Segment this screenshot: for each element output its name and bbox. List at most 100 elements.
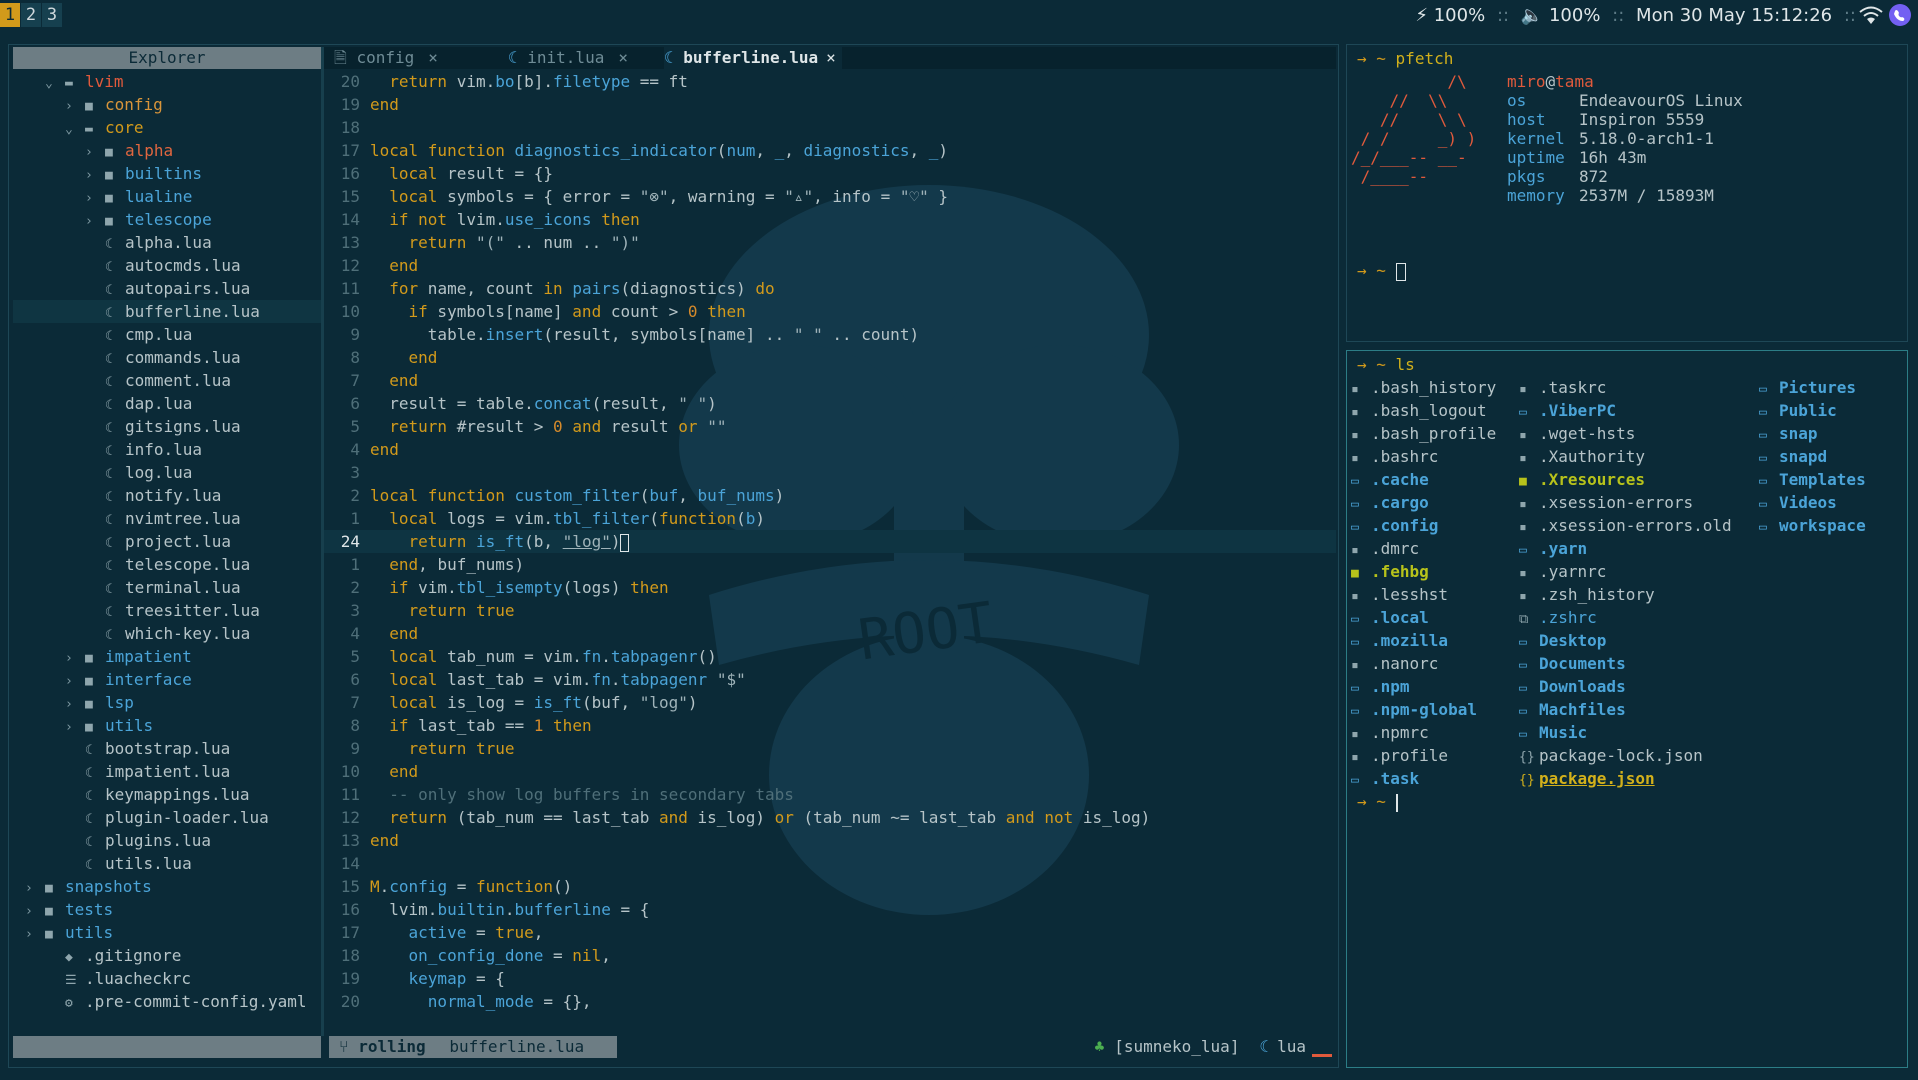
tree-file[interactable]: ☾ autopairs.lua — [13, 277, 321, 300]
code-line[interactable]: 24 return is_ft(b, "log") — [324, 530, 1336, 553]
tab-config[interactable]: 🗎 config × — [334, 47, 438, 69]
code-line[interactable]: 18 — [324, 116, 1336, 139]
tree-file[interactable]: ☾ bufferline.lua — [13, 300, 321, 323]
code-line[interactable]: 12 return (tab_num == last_tab and is_lo… — [324, 806, 1336, 829]
tree-file[interactable]: ⚙ .pre-commit-config.yaml — [13, 990, 321, 1013]
code-line[interactable]: 17 local function diagnostics_indicator(n… — [324, 139, 1336, 162]
tree-folder[interactable]: › ■ snapshots — [13, 875, 321, 898]
tree-folder[interactable]: › ■ interface — [13, 668, 321, 691]
code-line[interactable]: 19 keymap = { — [324, 967, 1336, 990]
code-line[interactable]: 16 lvim.builtin.bufferline = { — [324, 898, 1336, 921]
tree-file[interactable]: ☾ cmp.lua — [13, 323, 321, 346]
code-line[interactable]: 10 if symbols[name] and count > 0 then — [324, 300, 1336, 323]
tree-folder[interactable]: › ■ lsp — [13, 691, 321, 714]
tree-file[interactable]: ☾ info.lua — [13, 438, 321, 461]
code-line[interactable]: 9 table.insert(result, symbols[name] .. … — [324, 323, 1336, 346]
code-line[interactable]: 9 return true — [324, 737, 1336, 760]
code-line[interactable]: 16 local result = {} — [324, 162, 1336, 185]
tree-file[interactable]: ☾ autocmds.lua — [13, 254, 321, 277]
code-buffer[interactable]: 20 return vim.bo[b].filetype == ft 19 end 1… — [324, 70, 1336, 1036]
workspace-3[interactable]: 3 — [42, 3, 62, 27]
close-icon[interactable]: × — [826, 48, 836, 67]
tree-file[interactable]: ☾ notify.lua — [13, 484, 321, 507]
code-line[interactable]: 5 local tab_num = vim.fn.tabpagenr() — [324, 645, 1336, 668]
code-line[interactable]: 7 end — [324, 369, 1336, 392]
viber-icon[interactable] — [1887, 3, 1913, 27]
tree-file[interactable]: ☰ .luacheckrc — [13, 967, 321, 990]
terminal-pfetch[interactable]: → ~ pfetch /\ // \\ // \ \ / / _) )/_/__… — [1346, 44, 1908, 342]
close-icon[interactable]: × — [428, 48, 438, 67]
tree-file[interactable]: ☾ alpha.lua — [13, 231, 321, 254]
code-line[interactable]: 8 end — [324, 346, 1336, 369]
code-line[interactable]: 18 on_config_done = nil, — [324, 944, 1336, 967]
tree-file[interactable]: ☾ which-key.lua — [13, 622, 321, 645]
workspace-2[interactable]: 2 — [21, 3, 41, 27]
code-line[interactable]: 13 end — [324, 829, 1336, 852]
tree-folder[interactable]: › ■ tests — [13, 898, 321, 921]
tab-init-lua[interactable]: ☾ init.lua × — [508, 47, 628, 69]
code-line[interactable]: 2 if vim.tbl_isempty(logs) then — [324, 576, 1336, 599]
tree-folder[interactable]: › ■ lualine — [13, 185, 321, 208]
terminal-ls[interactable]: → ~ ls ▪ .bash_history ▪ .bash_logout ▪ .bash… — [1346, 350, 1908, 1068]
tree-file[interactable]: ☾ plugin-loader.lua — [13, 806, 321, 829]
tree-folder[interactable]: › ■ telescope — [13, 208, 321, 231]
code-line[interactable]: 20 normal_mode = {}, — [324, 990, 1336, 1013]
code-line[interactable]: 20 return vim.bo[b].filetype == ft — [324, 70, 1336, 93]
file-tree[interactable]: ⌄ ▬ lvim › ■ config ⌄ ▬ core › ■ alpha › ■ builtins › ■ l… — [13, 70, 321, 1036]
tree-file[interactable]: ☾ telescope.lua — [13, 553, 321, 576]
code-line[interactable]: 8 if last_tab == 1 then — [324, 714, 1336, 737]
tree-file[interactable]: ☾ dap.lua — [13, 392, 321, 415]
tree-folder[interactable]: › ■ utils — [13, 714, 321, 737]
code-line[interactable]: 1 end, buf_nums) — [324, 553, 1336, 576]
tree-folder[interactable]: ⌄ ▬ lvim — [13, 70, 321, 93]
tree-file[interactable]: ☾ bootstrap.lua — [13, 737, 321, 760]
tree-file[interactable]: ☾ plugins.lua — [13, 829, 321, 852]
code-line[interactable]: 7 local is_log = is_ft(buf, "log") — [324, 691, 1336, 714]
code-line[interactable]: 13 return "(" .. num .. ")" — [324, 231, 1336, 254]
tree-folder[interactable]: › ■ impatient — [13, 645, 321, 668]
code-line[interactable]: 15 local symbols = { error = "⊗", warnin… — [324, 185, 1336, 208]
code-line[interactable]: 19 end — [324, 93, 1336, 116]
tree-file[interactable]: ☾ nvimtree.lua — [13, 507, 321, 530]
code-line[interactable]: 3 — [324, 461, 1336, 484]
tree-file[interactable]: ☾ commands.lua — [13, 346, 321, 369]
code-line[interactable]: 14 — [324, 852, 1336, 875]
tree-folder[interactable]: › ■ config — [13, 93, 321, 116]
code-line[interactable]: 2 local function custom_filter(buf, buf_n… — [324, 484, 1336, 507]
code-line[interactable]: 5 return #result > 0 and result or "" — [324, 415, 1336, 438]
tree-file[interactable]: ☾ project.lua — [13, 530, 321, 553]
tree-folder[interactable]: › ■ alpha — [13, 139, 321, 162]
tree-folder[interactable]: › ■ utils — [13, 921, 321, 944]
wifi-icon[interactable] — [1858, 3, 1884, 27]
tree-file[interactable]: ☾ keymappings.lua — [13, 783, 321, 806]
code-line[interactable]: 3 return true — [324, 599, 1336, 622]
tab-bufferline-lua[interactable]: ☾ bufferline.lua × — [664, 47, 842, 69]
code-line[interactable]: 17 active = true, — [324, 921, 1336, 944]
code-line[interactable]: 11 -- only show log buffers in secondary… — [324, 783, 1336, 806]
tree-file[interactable]: ◆ .gitignore — [13, 944, 321, 967]
code-line[interactable]: 14 if not lvim.use_icons then — [324, 208, 1336, 231]
neovim-window[interactable]: Explorer ⌄ ▬ lvim › ■ config ⌄ ▬ core › ■ alpha › ■ bu… — [8, 44, 1339, 1068]
workspace-1[interactable]: 1 — [0, 3, 20, 27]
code-line[interactable]: 4 end — [324, 622, 1336, 645]
close-icon[interactable]: × — [618, 48, 628, 67]
tree-file[interactable]: ☾ treesitter.lua — [13, 599, 321, 622]
tree-folder[interactable]: ⌄ ▬ core — [13, 116, 321, 139]
tree-file[interactable]: ☾ utils.lua — [13, 852, 321, 875]
ls-name: Machfiles — [1539, 700, 1626, 719]
code-line[interactable]: 10 end — [324, 760, 1336, 783]
tree-file[interactable]: ☾ terminal.lua — [13, 576, 321, 599]
code-line[interactable]: 11 for name, count in pairs(diagnostics)… — [324, 277, 1336, 300]
code-line[interactable]: 6 result = table.concat(result, " ") — [324, 392, 1336, 415]
tree-file[interactable]: ☾ gitsigns.lua — [13, 415, 321, 438]
code-line[interactable]: 6 local last_tab = vim.fn.tabpagenr "$" — [324, 668, 1336, 691]
treesitter-icon: ♣ — [1094, 1037, 1105, 1056]
code-line[interactable]: 1 local logs = vim.tbl_filter(function(b… — [324, 507, 1336, 530]
tree-file[interactable]: ☾ impatient.lua — [13, 760, 321, 783]
tree-folder[interactable]: › ■ builtins — [13, 162, 321, 185]
code-line[interactable]: 12 end — [324, 254, 1336, 277]
tree-file[interactable]: ☾ comment.lua — [13, 369, 321, 392]
tree-file[interactable]: ☾ log.lua — [13, 461, 321, 484]
code-line[interactable]: 4 end — [324, 438, 1336, 461]
code-line[interactable]: 15 M.config = function() — [324, 875, 1336, 898]
